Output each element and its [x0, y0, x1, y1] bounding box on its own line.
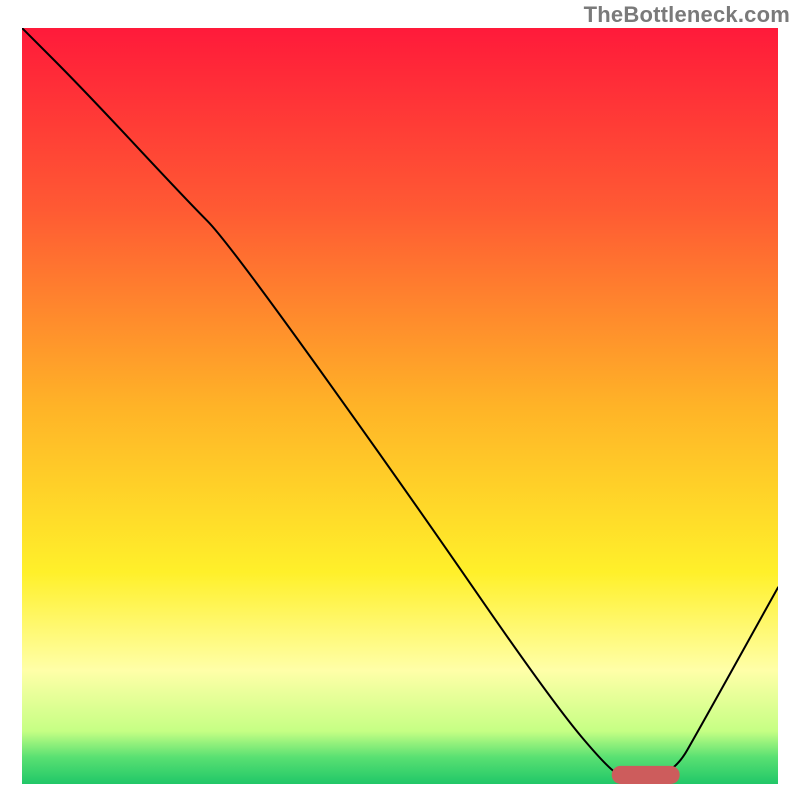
watermark-label: TheBottleneck.com: [584, 2, 790, 28]
plot-background: [22, 28, 778, 784]
optimal-range-bar: [612, 766, 680, 784]
chart-stage: TheBottleneck.com: [0, 0, 800, 800]
chart-plot: [22, 28, 778, 784]
chart-svg: [22, 28, 778, 784]
